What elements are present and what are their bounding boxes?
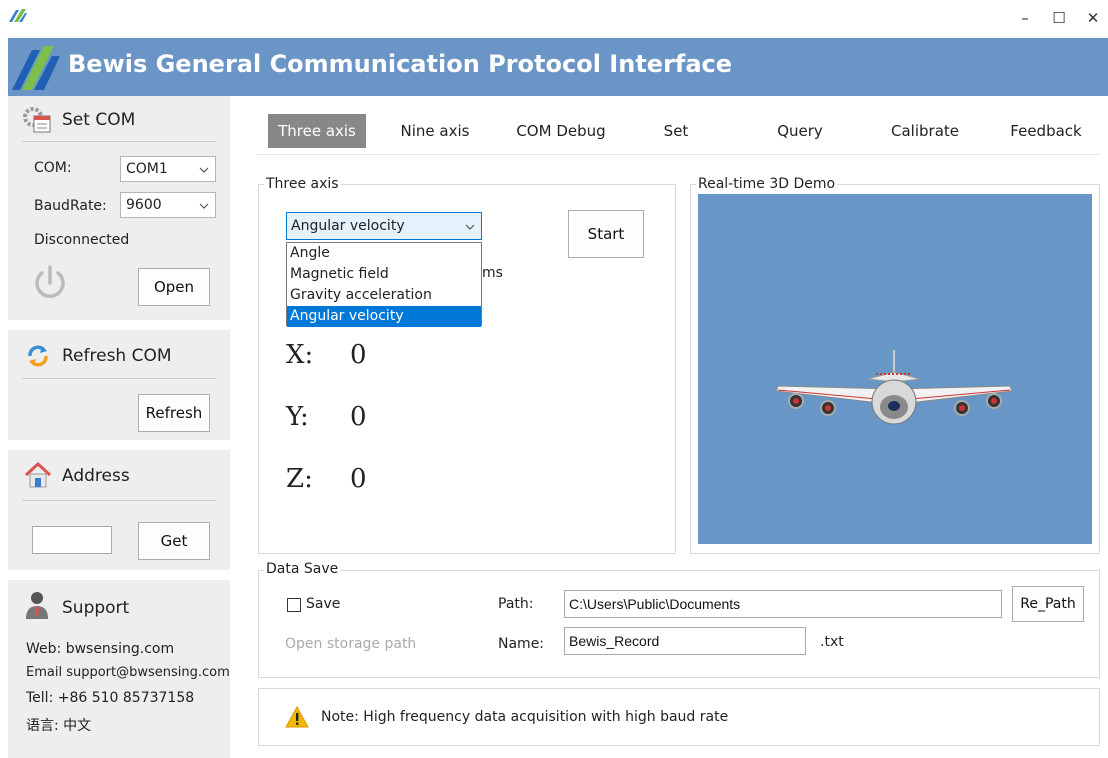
- app-title: Bewis General Communication Protocol Int…: [68, 50, 733, 78]
- name-input[interactable]: [564, 627, 806, 655]
- three-axis-group-title: Three axis: [264, 176, 341, 192]
- path-label: Path:: [498, 596, 534, 612]
- set-com-panel: Set COM COM: COM1 BaudRate: 9600 Disconn…: [8, 96, 230, 320]
- mode-option-angular-velocity[interactable]: Angular velocity: [287, 306, 481, 327]
- tab-nine-axis[interactable]: Nine axis: [392, 114, 478, 148]
- bewis-logo-icon: [12, 46, 60, 90]
- refresh-icon: [28, 345, 48, 367]
- name-label: Name:: [498, 636, 545, 652]
- mode-select[interactable]: Angular velocity: [286, 212, 482, 240]
- y-axis-value: 0: [350, 402, 367, 432]
- chevron-down-icon: [199, 203, 209, 209]
- open-storage-path-link[interactable]: Open storage path: [285, 636, 416, 652]
- note-text: Note: High frequency data acquisition wi…: [321, 709, 729, 725]
- data-save-group: [258, 570, 1100, 678]
- support-email: Email support@bwsensing.com: [26, 665, 230, 680]
- x-axis-label: X:: [286, 340, 314, 370]
- com-select[interactable]: COM1: [120, 156, 216, 182]
- refresh-com-title: Refresh COM: [62, 346, 172, 366]
- address-title: Address: [62, 466, 130, 486]
- power-icon: [35, 265, 65, 298]
- refresh-button[interactable]: Refresh: [138, 394, 210, 432]
- demo-group-title: Real-time 3D Demo: [696, 176, 838, 192]
- baud-label: BaudRate:: [34, 198, 107, 214]
- divider: [22, 141, 216, 142]
- mode-dropdown-list: Angle Magnetic field Gravity acceleratio…: [286, 242, 482, 327]
- file-extension-label: .txt: [820, 634, 844, 650]
- warning-icon: [285, 706, 309, 728]
- set-com-title: Set COM: [62, 110, 136, 130]
- address-panel: Address Get: [8, 450, 230, 570]
- tab-feedback[interactable]: Feedback: [1006, 114, 1086, 148]
- divider: [22, 500, 216, 501]
- mode-option-angle[interactable]: Angle: [287, 243, 481, 264]
- baud-select-value: 9600: [126, 197, 162, 213]
- z-axis-value: 0: [350, 464, 367, 494]
- z-axis-label: Z:: [286, 464, 313, 494]
- com-select-value: COM1: [126, 161, 168, 177]
- path-input[interactable]: [564, 590, 1002, 618]
- open-button[interactable]: Open: [138, 268, 210, 306]
- com-settings-icon: [23, 107, 51, 133]
- tab-three-axis[interactable]: Three axis: [268, 114, 366, 148]
- tab-divider: [256, 154, 1100, 155]
- connection-status: Disconnected: [34, 232, 130, 248]
- mode-option-gravity-acceleration[interactable]: Gravity acceleration: [287, 285, 481, 306]
- minimize-button[interactable]: –: [1010, 6, 1040, 30]
- note-box: Note: High frequency data acquisition wi…: [258, 688, 1100, 746]
- chevron-down-icon: [199, 167, 209, 173]
- tab-com-debug[interactable]: COM Debug: [510, 114, 612, 148]
- com-label: COM:: [34, 160, 72, 176]
- interval-unit-label: ms: [482, 265, 503, 281]
- maximize-button[interactable]: ☐: [1044, 6, 1074, 30]
- data-save-group-title: Data Save: [264, 561, 341, 577]
- support-web: Web: bwsensing.com: [26, 641, 175, 657]
- get-button[interactable]: Get: [138, 522, 210, 560]
- mode-select-value: Angular velocity: [291, 218, 405, 234]
- support-person-icon: [26, 592, 48, 619]
- window-title-bar: – ☐ ✕: [0, 0, 1108, 36]
- language-switch[interactable]: 语言: 中文: [26, 715, 91, 735]
- support-title: Support: [62, 598, 130, 618]
- app-logo-icon: [9, 9, 27, 22]
- baud-select[interactable]: 9600: [120, 192, 216, 218]
- address-input[interactable]: [32, 526, 112, 554]
- refresh-com-panel: Refresh COM Refresh: [8, 330, 230, 440]
- airplane-model-icon: [775, 350, 1013, 425]
- y-axis-label: Y:: [286, 402, 309, 432]
- support-panel: Support Web: bwsensing.com Email support…: [8, 580, 230, 758]
- tab-set[interactable]: Set: [656, 114, 696, 148]
- save-label[interactable]: Save: [306, 596, 340, 612]
- divider: [22, 378, 216, 379]
- mode-option-magnetic-field[interactable]: Magnetic field: [287, 264, 481, 285]
- app-banner: Bewis General Communication Protocol Int…: [8, 38, 1108, 96]
- re-path-button[interactable]: Re_Path: [1012, 586, 1084, 622]
- save-checkbox[interactable]: [287, 598, 301, 612]
- house-icon: [24, 462, 52, 488]
- start-button[interactable]: Start: [568, 210, 644, 258]
- support-tel: Tell: +86 510 85737158: [26, 690, 195, 706]
- close-button[interactable]: ✕: [1078, 6, 1108, 30]
- tab-calibrate[interactable]: Calibrate: [882, 114, 968, 148]
- x-axis-value: 0: [350, 340, 367, 370]
- demo-viewport[interactable]: [698, 194, 1092, 544]
- chevron-down-icon: [465, 224, 475, 230]
- tab-query[interactable]: Query: [768, 114, 832, 148]
